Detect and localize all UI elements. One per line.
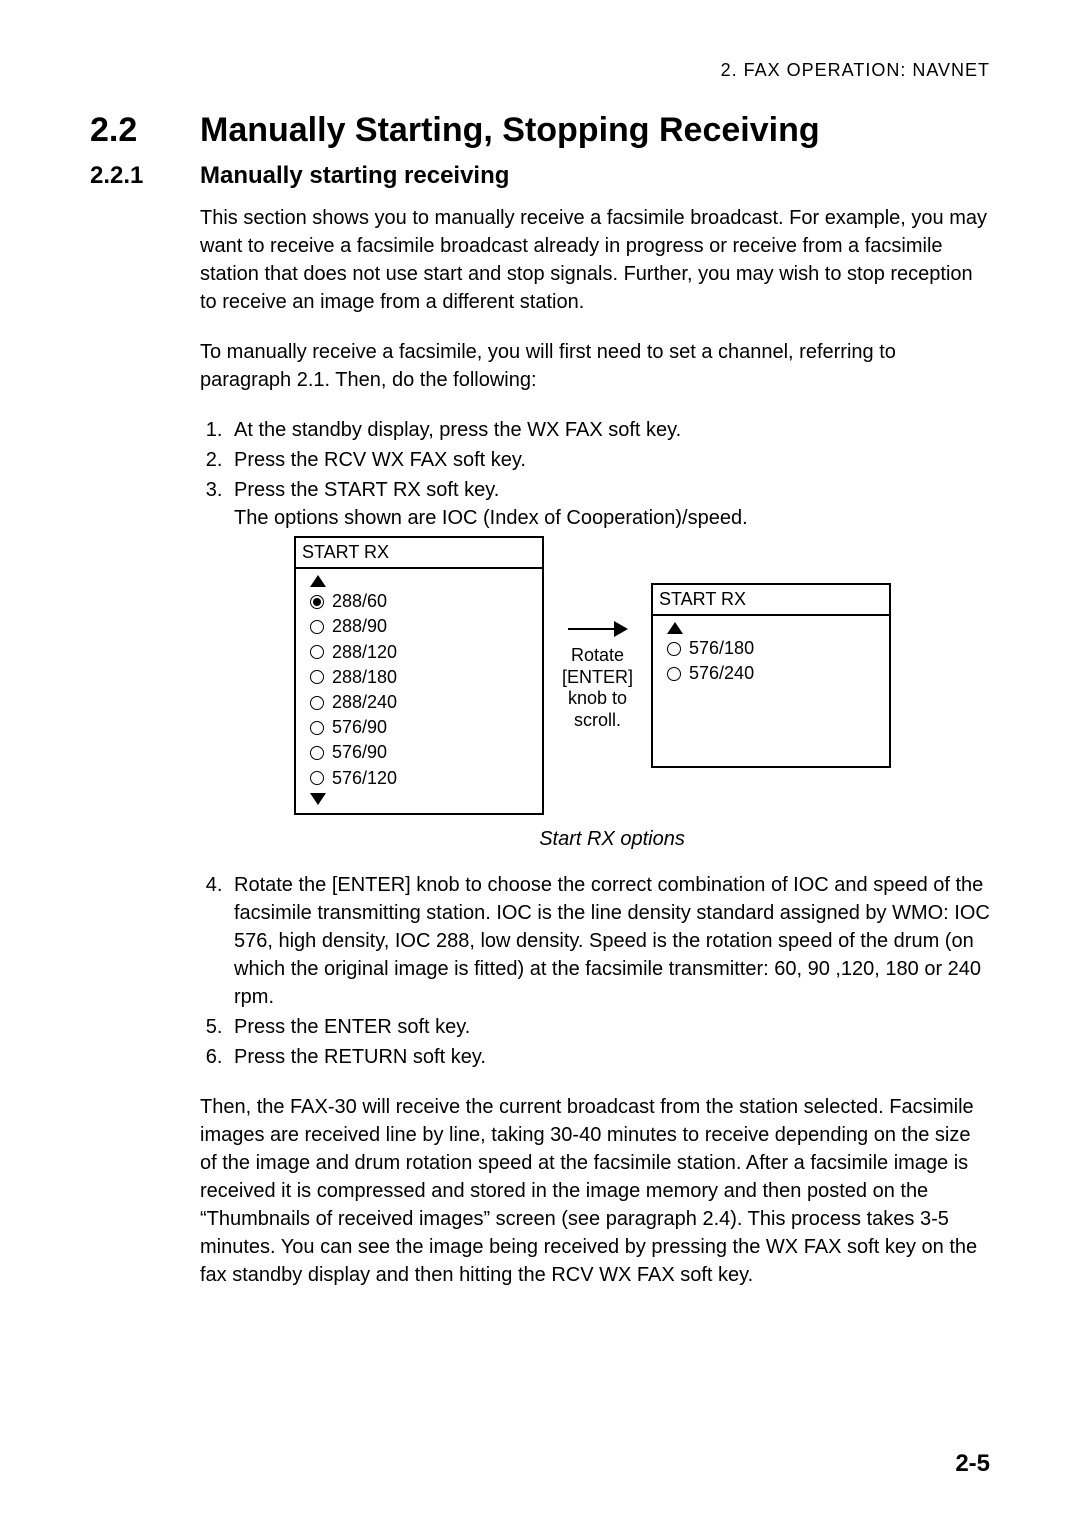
page-number: 2-5 [955,1450,990,1478]
figure-caption: Start RX options [234,825,990,853]
figure: START RX 288/60 288/90 288/120 288/180 2… [294,536,990,815]
option-label: 576/90 [332,715,387,740]
step-text: Press the RETURN soft key. [234,1046,486,1068]
radio-icon [667,642,681,656]
section-number: 2.2 [90,111,200,150]
start-rx-left-panel: START RX 288/60 288/90 288/120 288/180 2… [294,536,544,815]
list-item: At the standby display, press the WX FAX… [228,416,990,444]
option-label: 576/180 [689,636,754,661]
radio-icon [310,670,324,684]
panel-body: 576/180 576/240 [653,616,889,766]
start-rx-right-panel: START RX 576/180 576/240 [651,583,891,768]
option-label: 288/180 [332,665,397,690]
option-row: 576/120 [310,766,532,791]
radio-icon [310,595,324,609]
radio-icon [667,667,681,681]
section-title: Manually Starting, Stopping Receiving [200,111,820,149]
scroll-up-icon [310,575,326,587]
paragraph: To manually receive a facsimile, you wil… [200,338,990,394]
figure-connector: Rotate [ENTER] knob to scroll. [562,619,633,731]
step-text: Rotate the [ENTER] knob to choose the co… [234,874,990,1008]
option-row: 288/240 [310,690,532,715]
option-label: 288/120 [332,640,397,665]
arrow-right-icon [568,619,628,639]
radio-icon [310,721,324,735]
option-row: 576/90 [310,715,532,740]
paragraph: Then, the FAX-30 will receive the curren… [200,1093,990,1289]
section-heading: 2.2Manually Starting, Stopping Receiving [90,111,990,150]
option-label: 576/120 [332,766,397,791]
step-text: Press the RCV WX FAX soft key. [234,449,526,471]
option-label: 576/90 [332,740,387,765]
list-item: Press the START RX soft key. The options… [228,476,990,853]
connector-text: knob to [568,688,627,710]
option-row: 288/90 [310,614,532,639]
option-row: 576/90 [310,740,532,765]
radio-icon [310,620,324,634]
step-text: At the standby display, press the WX FAX… [234,419,681,441]
scroll-down-icon [310,793,326,805]
step-text: Press the START RX soft key. [234,479,499,501]
page: 2. FAX OPERATION: NAVNET 2.2Manually Sta… [0,0,1080,1528]
option-row: 576/180 [667,636,879,661]
list-item: Press the RCV WX FAX soft key. [228,446,990,474]
option-row: 576/240 [667,661,879,686]
option-row: 288/180 [310,665,532,690]
subsection-number: 2.2.1 [90,162,200,190]
list-item: Rotate the [ENTER] knob to choose the co… [228,871,990,1011]
radio-icon [310,696,324,710]
connector-text: Rotate [571,645,624,667]
subsection-title: Manually starting receiving [200,162,509,189]
connector-text: scroll. [574,710,621,732]
step-list: At the standby display, press the WX FAX… [200,416,990,1071]
paragraph: This section shows you to manually recei… [200,204,990,316]
radio-icon [310,746,324,760]
running-header: 2. FAX OPERATION: NAVNET [90,60,990,81]
subsection-heading: 2.2.1Manually starting receiving [90,162,990,190]
option-label: 288/60 [332,589,387,614]
list-item: Press the RETURN soft key. [228,1043,990,1071]
radio-icon [310,771,324,785]
radio-icon [310,645,324,659]
scroll-up-icon [667,622,683,634]
body-content: This section shows you to manually recei… [200,204,990,1289]
connector-text: [ENTER] [562,667,633,689]
option-row: 288/60 [310,589,532,614]
option-label: 288/240 [332,690,397,715]
panel-title: START RX [653,585,889,616]
panel-body: 288/60 288/90 288/120 288/180 288/240 57… [296,569,542,813]
list-item: Press the ENTER soft key. [228,1013,990,1041]
option-label: 576/240 [689,661,754,686]
panel-title: START RX [296,538,542,569]
step-text: Press the ENTER soft key. [234,1016,470,1038]
option-label: 288/90 [332,614,387,639]
step-sub-text: The options shown are IOC (Index of Coop… [234,504,990,532]
option-row: 288/120 [310,640,532,665]
